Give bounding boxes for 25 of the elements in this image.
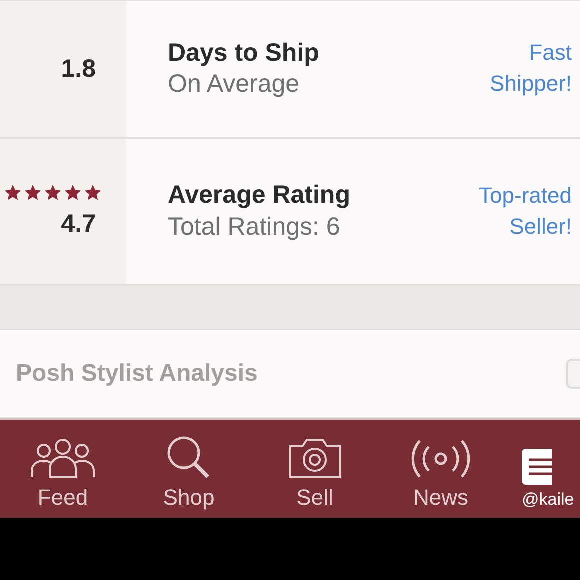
broadcast-icon: [410, 439, 472, 479]
tab-bar-item[interactable]: Feed: [0, 420, 126, 518]
star-icon: [44, 184, 62, 201]
star-icon: [4, 184, 22, 201]
tab-bar-item[interactable]: News: [378, 420, 504, 518]
section-title: Posh Stylist Analysis: [16, 358, 258, 388]
menu-icon: [522, 448, 552, 484]
toggle[interactable]: [566, 358, 580, 388]
badge-label: Top-rated Seller!: [478, 182, 573, 240]
stat-subtitle: On Average: [168, 69, 301, 100]
people-icon: [30, 437, 96, 479]
tab-bar-item[interactable]: Sell: [252, 420, 378, 518]
stat-title: Days to Ship: [168, 38, 320, 69]
stat-value: 4.7: [61, 209, 96, 239]
star-icon: [84, 184, 102, 201]
camera-icon: [287, 437, 343, 479]
star-icon: [24, 184, 42, 201]
star-icon: [64, 184, 82, 201]
tab-bar-item[interactable]: @kaile: [504, 420, 580, 518]
stat-title: Average Rating: [168, 180, 352, 212]
search-icon: [166, 435, 212, 479]
badge-label: Fast Shipper!: [489, 39, 573, 98]
tab-bar-item[interactable]: Shop: [126, 420, 252, 518]
stat-subtitle: Total Ratings: 6: [168, 212, 342, 242]
stat-value: 1.8: [61, 54, 96, 84]
